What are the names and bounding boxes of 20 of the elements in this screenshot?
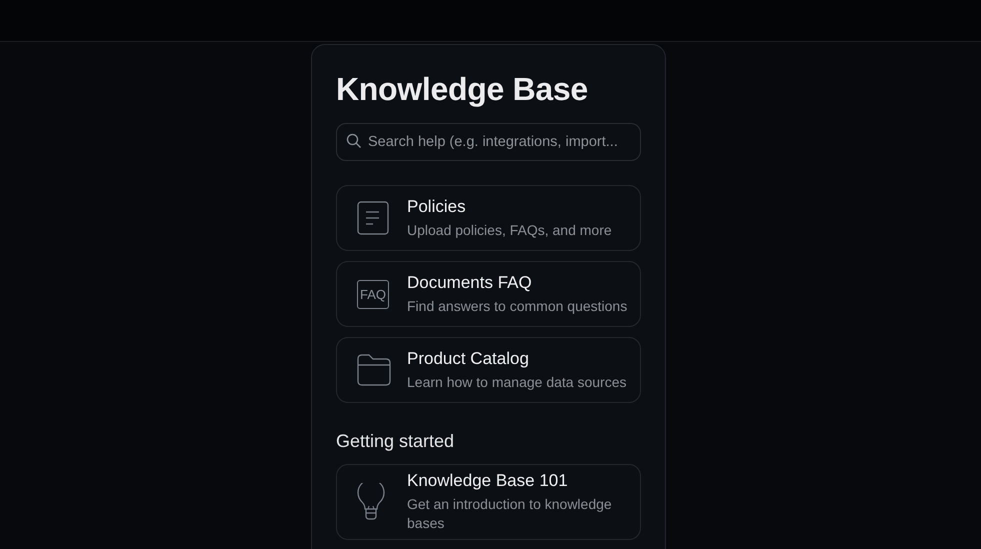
help-card[interactable]: Product Catalog Learn how to manage data sources bbox=[336, 337, 641, 403]
lightbulb-icon bbox=[357, 483, 385, 521]
card-title: Product Catalog bbox=[407, 348, 530, 368]
card-description: Upload policies, FAQs, and more bbox=[407, 220, 612, 240]
card-description: Learn how to manage data sources bbox=[407, 372, 626, 392]
page-title: Knowledge Base bbox=[336, 70, 589, 109]
section-heading: Getting started bbox=[336, 431, 456, 452]
document-icon bbox=[357, 201, 389, 235]
search-icon bbox=[346, 133, 362, 149]
card-description: Get an introduction to knowledge bases bbox=[407, 495, 613, 533]
card-title: Knowledge Base 101 bbox=[407, 471, 569, 491]
search-field[interactable]: Search help (e.g. integrations, import... bbox=[336, 123, 641, 161]
card-title: Policies bbox=[407, 196, 467, 216]
folder-icon bbox=[357, 354, 391, 386]
faq-icon: FAQ bbox=[357, 280, 390, 308]
help-card[interactable]: Knowledge Base 101 Get an introduction to knowledge bases bbox=[336, 464, 641, 540]
help-card[interactable]: FAQ Documents FAQ Find answers to common questions bbox=[336, 261, 641, 327]
card-title: Documents FAQ bbox=[407, 272, 533, 292]
card-description: Find answers to common questions bbox=[407, 296, 628, 316]
help-card[interactable]: Policies Upload policies, FAQs, and more bbox=[336, 185, 641, 251]
